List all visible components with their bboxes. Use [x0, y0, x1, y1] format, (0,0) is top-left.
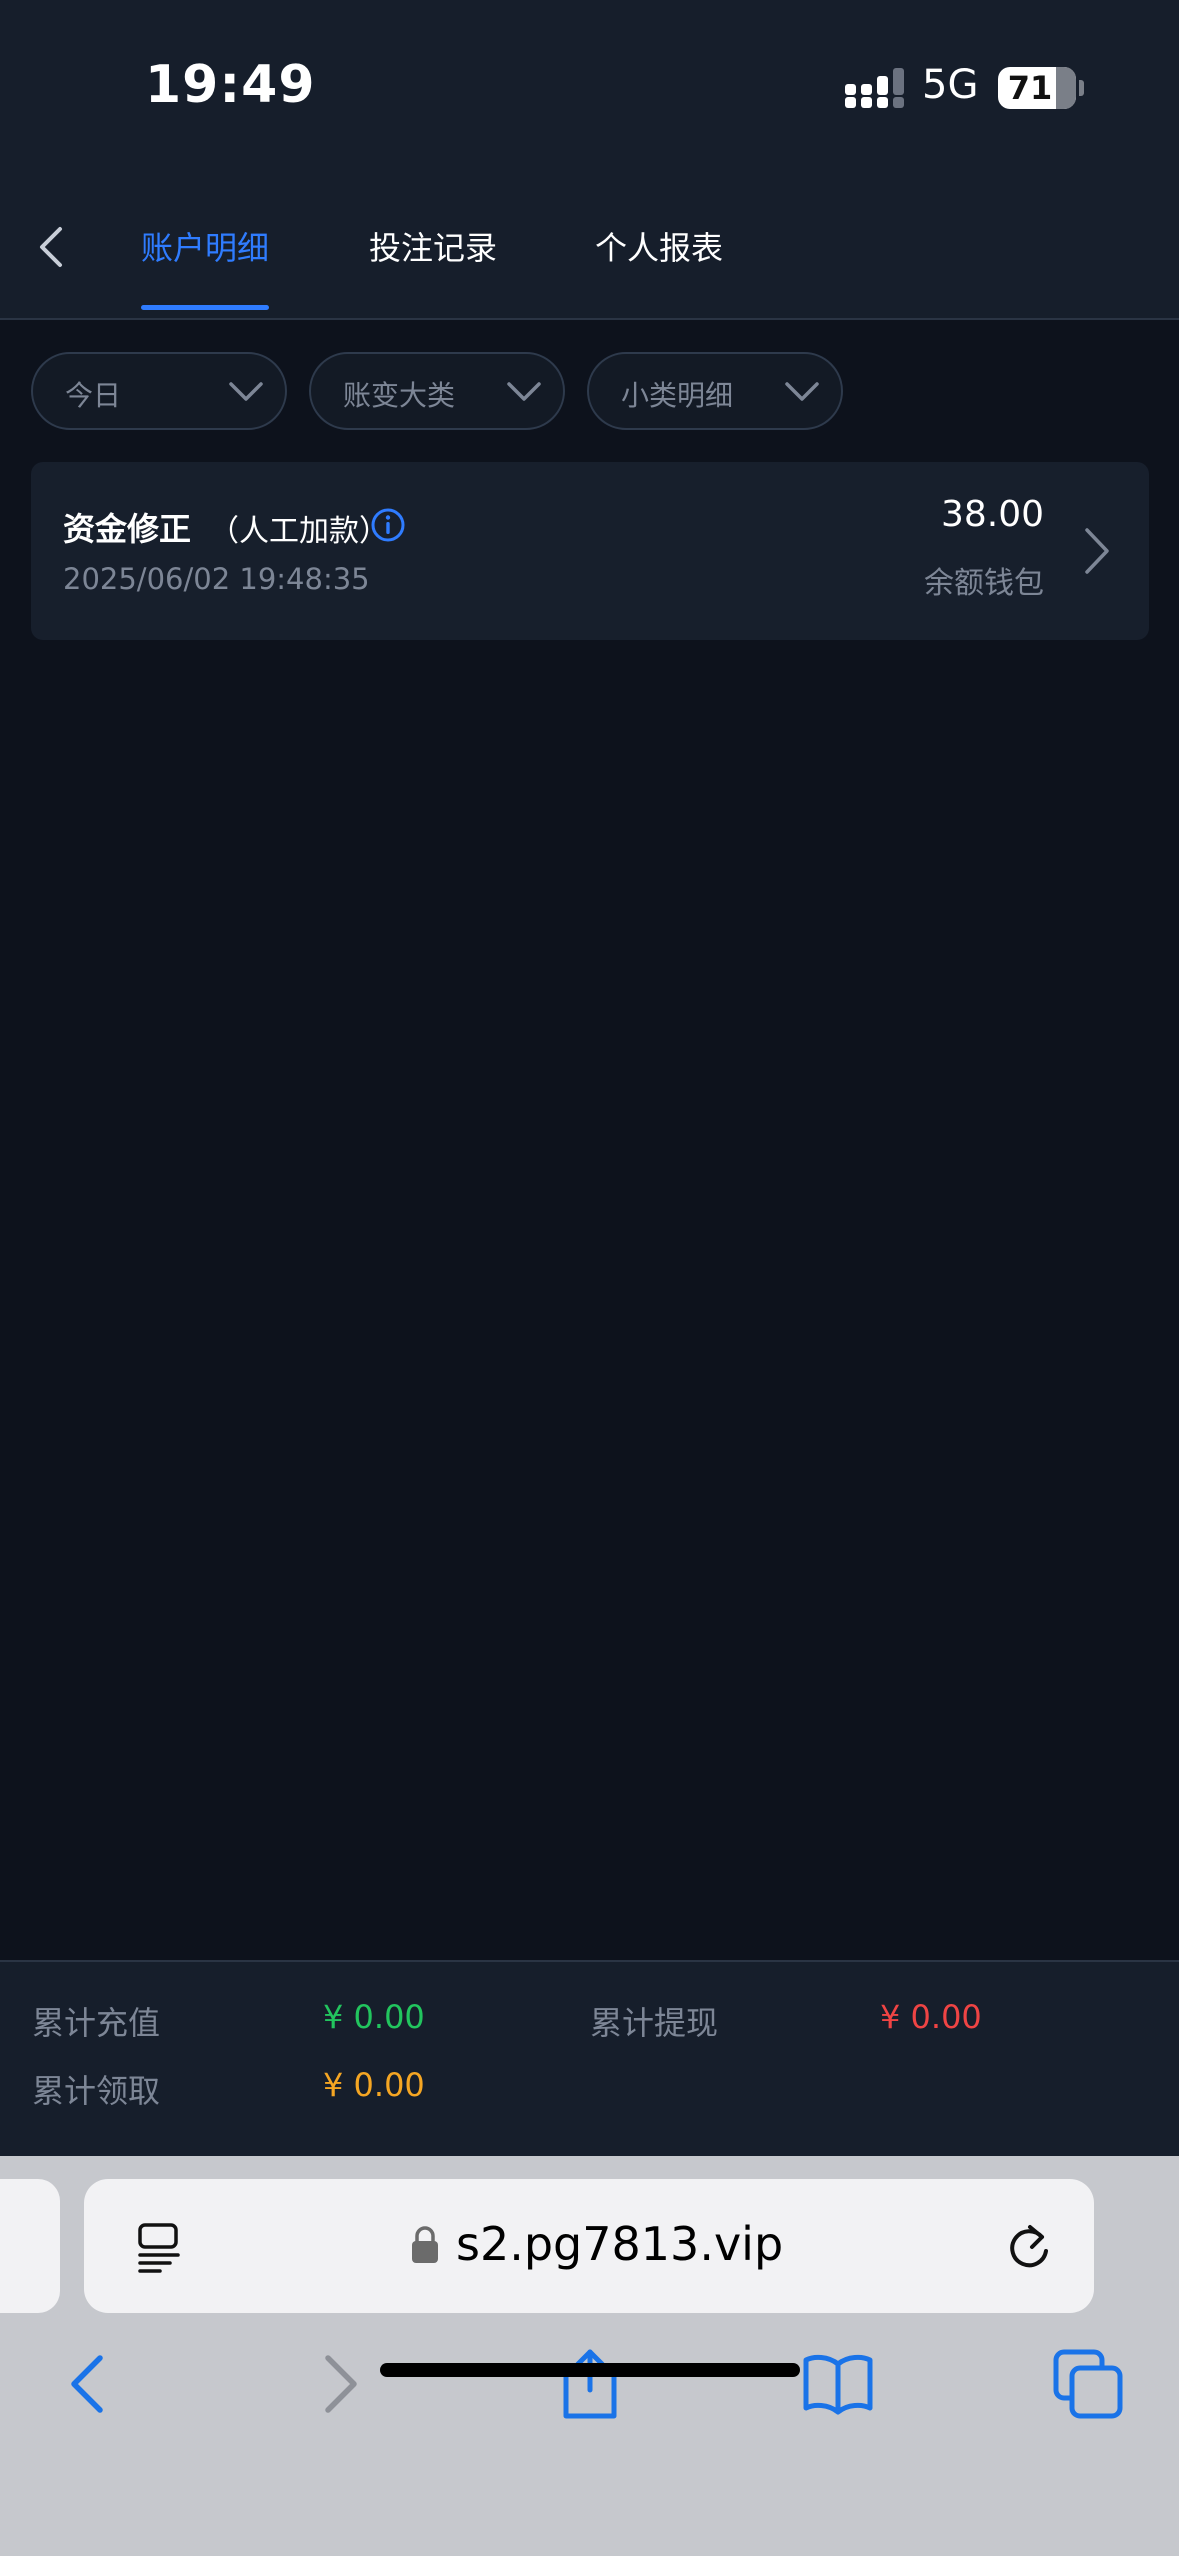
- filter-date-dropdown[interactable]: 今日: [31, 352, 287, 430]
- chevron-down-icon: [785, 382, 819, 401]
- total-claim-label: 累计领取: [32, 2072, 161, 2110]
- battery-level: 71: [1007, 69, 1053, 107]
- back-arrow-icon[interactable]: [50, 2346, 126, 2422]
- record-title: 资金修正: [63, 510, 192, 548]
- filter-label: 小类明细: [621, 379, 734, 412]
- battery-tip: [1079, 80, 1084, 96]
- chevron-down-icon: [229, 382, 263, 401]
- lock-icon: [412, 2226, 438, 2263]
- home-indicator: [380, 2363, 800, 2377]
- filter-category-dropdown[interactable]: 账变大类: [309, 352, 565, 430]
- filter-bar: 今日 账变大类 小类明细: [0, 352, 1179, 432]
- total-recharge-value: ¥ 0.00: [323, 1998, 425, 2036]
- network-type: 5G: [922, 62, 979, 108]
- list-item[interactable]: 资金修正 （人工加款） 2025/06/02 19:48:35 38.00 余额…: [31, 462, 1149, 640]
- record-wallet: 余额钱包: [924, 566, 1044, 601]
- back-icon[interactable]: [28, 217, 78, 277]
- forward-arrow-icon[interactable]: [302, 2346, 378, 2422]
- filter-label: 今日: [65, 379, 122, 412]
- nav-bar: 账户明细 投注记录 个人报表: [0, 175, 1179, 320]
- tab-label: 投注记录: [369, 229, 498, 267]
- browser-chrome: s2.pg7813.vip: [0, 2156, 1179, 2556]
- reload-icon[interactable]: [1002, 2219, 1056, 2275]
- status-time: 19:49: [145, 55, 316, 115]
- tabs-icon[interactable]: [1050, 2346, 1126, 2422]
- status-bar: 19:49 5G 71: [0, 0, 1179, 175]
- tab-account-details[interactable]: 账户明细: [141, 223, 270, 333]
- previous-tab-preview[interactable]: [0, 2179, 60, 2313]
- tab-label: 个人报表: [595, 229, 724, 267]
- reader-icon[interactable]: [134, 2221, 184, 2275]
- tab-bet-records[interactable]: 投注记录: [369, 223, 497, 333]
- tab-personal-report[interactable]: 个人报表: [595, 223, 723, 333]
- filter-subcategory-dropdown[interactable]: 小类明细: [587, 352, 843, 430]
- chevron-right-icon: [1085, 528, 1109, 574]
- share-icon[interactable]: [552, 2346, 628, 2422]
- total-withdraw-label: 累计提现: [590, 2004, 719, 2042]
- url-text: s2.pg7813.vip: [456, 2217, 784, 2271]
- battery-icon: 71: [998, 67, 1076, 109]
- tab-active-indicator: [141, 305, 270, 310]
- chevron-down-icon: [507, 382, 541, 401]
- header: 19:49 5G 71 账户明细 投注记录 个人报表: [0, 0, 1179, 320]
- total-recharge-label: 累计充值: [32, 2004, 161, 2042]
- record-time: 2025/06/02 19:48:35: [63, 562, 370, 596]
- total-withdraw-value: ¥ 0.00: [880, 1998, 982, 2036]
- record-amount: 38.00: [940, 494, 1044, 535]
- filter-label: 账变大类: [343, 379, 456, 412]
- summary-panel: 累计充值 ¥ 0.00 累计提现 ¥ 0.00 累计领取 ¥ 0.00: [0, 1960, 1179, 2156]
- record-subtitle: （人工加款）: [209, 514, 389, 549]
- info-icon[interactable]: [370, 507, 406, 543]
- tab-label: 账户明细: [141, 229, 270, 267]
- bookmarks-icon[interactable]: [800, 2346, 876, 2422]
- signal-icon: [845, 68, 904, 108]
- total-claim-value: ¥ 0.00: [323, 2066, 425, 2104]
- address-bar[interactable]: s2.pg7813.vip: [84, 2179, 1094, 2313]
